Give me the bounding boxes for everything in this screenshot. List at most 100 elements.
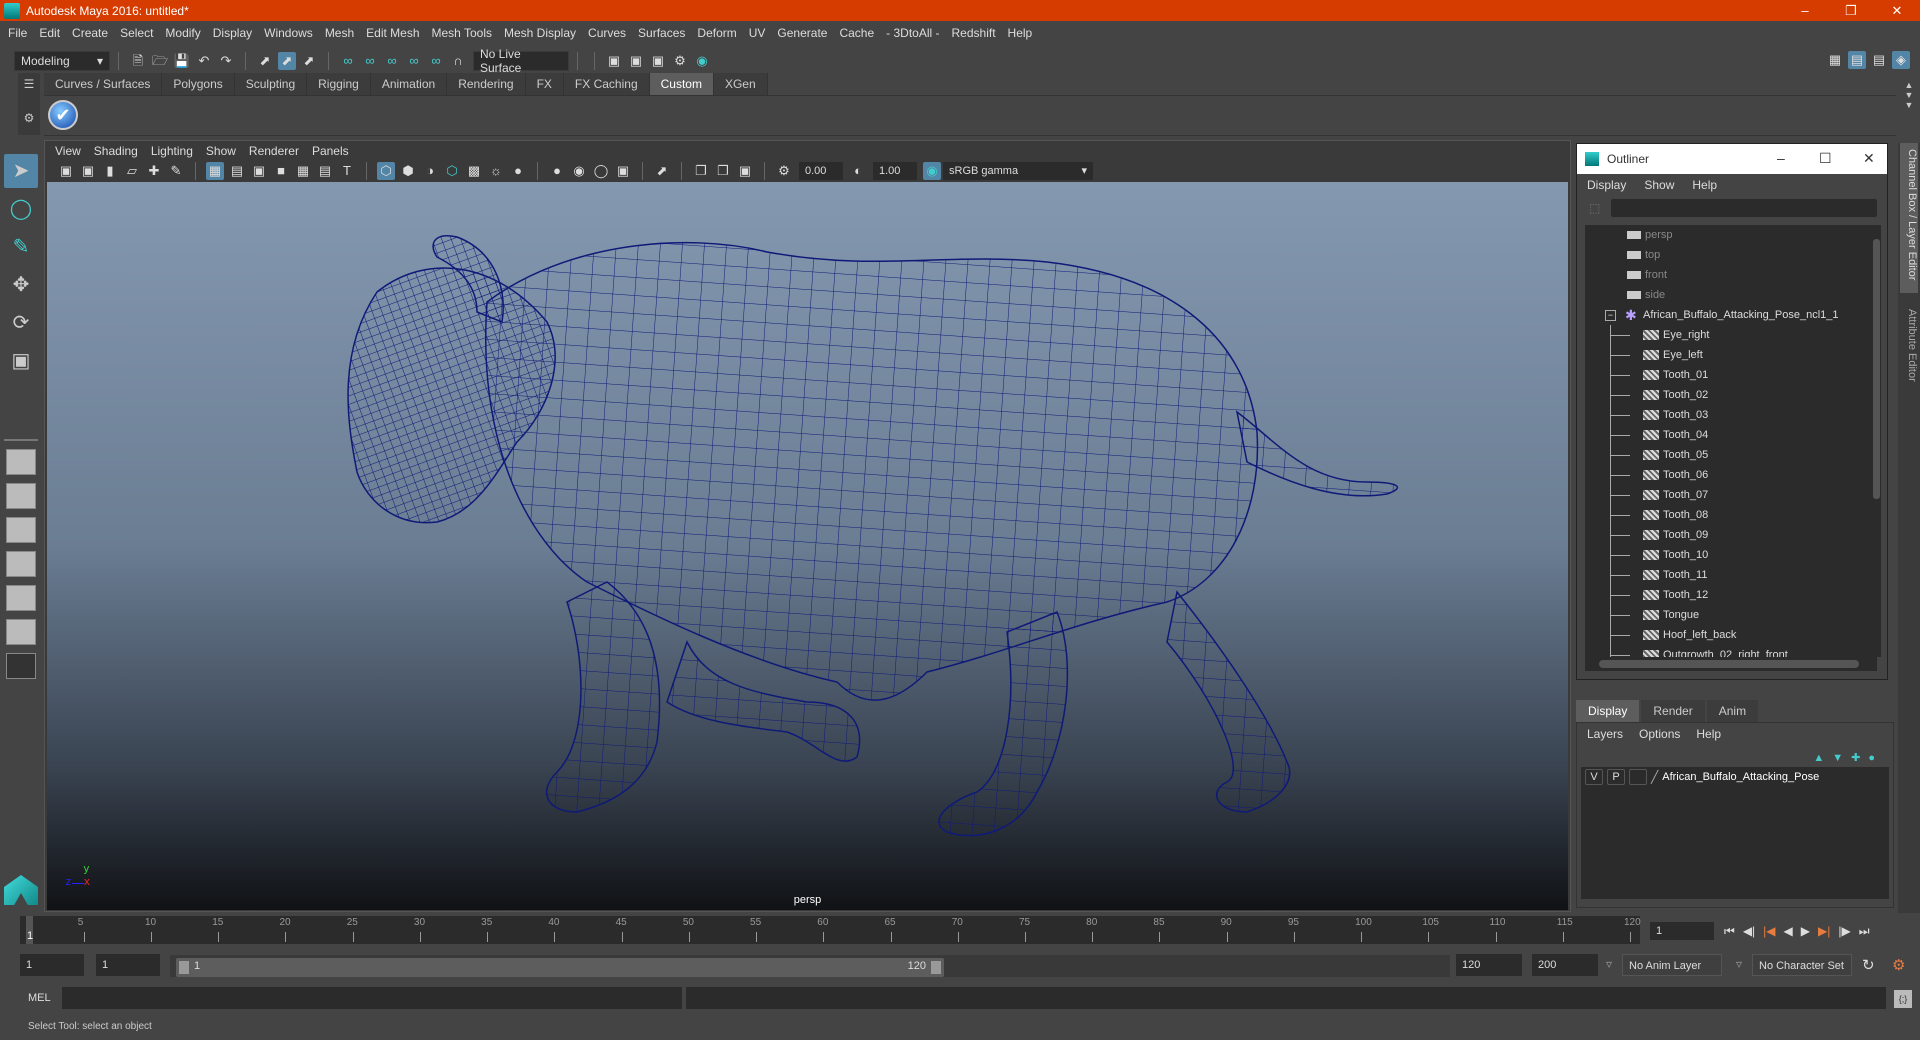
character-set-dropdown[interactable]: No Character Set	[1752, 954, 1852, 976]
outliner-mesh-item[interactable]: Tooth_03	[1585, 405, 1877, 425]
shadows-icon[interactable]: ●	[509, 162, 527, 180]
script-editor-icon[interactable]: {;}	[1894, 990, 1912, 1008]
range-end-handle[interactable]	[931, 961, 941, 974]
shelf-scroll[interactable]: ▲ ▼ ▼	[1902, 80, 1916, 134]
layer-tab-display[interactable]: Display	[1576, 700, 1640, 722]
hypershade-layout-icon[interactable]	[6, 585, 36, 611]
outliner-mesh-item[interactable]: Hoof_left_back	[1585, 625, 1877, 645]
menu-windows[interactable]: Windows	[264, 26, 313, 40]
motion-blur-icon[interactable]: ◉	[570, 162, 588, 180]
attribute-editor-tab[interactable]: Attribute Editor	[1900, 303, 1918, 403]
outliner-mesh-item[interactable]: Outgrowth_02_right_front	[1585, 645, 1877, 657]
outliner-camera-item[interactable]: front	[1585, 265, 1877, 285]
collapse-icon[interactable]: −	[1605, 310, 1616, 321]
shelf-tab-polygons[interactable]: Polygons	[162, 73, 235, 95]
film-gate-icon[interactable]: ▤	[228, 162, 246, 180]
menu-generate[interactable]: Generate	[777, 26, 827, 40]
redo-icon[interactable]: ↷	[217, 52, 235, 70]
menu-deform[interactable]: Deform	[697, 26, 736, 40]
single-perspective-layout-icon[interactable]	[6, 449, 36, 475]
select-component-icon[interactable]: ⬈	[300, 52, 318, 70]
isolate-select-icon[interactable]: ⬈	[653, 162, 671, 180]
menu-display[interactable]: Display	[213, 26, 252, 40]
select-object-icon[interactable]: ⬈	[278, 52, 296, 70]
open-scene-icon[interactable]: 🗁	[151, 52, 169, 70]
new-scene-icon[interactable]: 🗎	[129, 52, 147, 70]
auto-key-icon[interactable]: ↻	[1862, 956, 1875, 974]
menu-uv[interactable]: UV	[749, 26, 766, 40]
layer-row[interactable]: V P ╱ African_Buffalo_Attacking_Pose	[1581, 767, 1889, 787]
paint-select-tool-icon[interactable]: ✎	[4, 230, 38, 264]
layer-menu-layers[interactable]: Layers	[1587, 727, 1623, 741]
menu-edit-mesh[interactable]: Edit Mesh	[366, 26, 419, 40]
attribute-editor-toggle-icon[interactable]: ▤	[1848, 51, 1866, 69]
outliner-mesh-item[interactable]: Eye_right	[1585, 325, 1877, 345]
grease-pencil-icon[interactable]: ✎	[167, 162, 185, 180]
menu-redshift[interactable]: Redshift	[952, 26, 996, 40]
layer-tab-render[interactable]: Render	[1641, 700, 1705, 722]
snap-surface-icon[interactable]: ∞	[427, 52, 445, 70]
time-slider[interactable]: 1 5 10 15 20 25 30 35 40 45 50 55 60 65 70 75 80 85 90 95 1…	[20, 916, 1641, 944]
outliner-mesh-item[interactable]: Tooth_02	[1585, 385, 1877, 405]
range-start-handle[interactable]	[179, 961, 189, 974]
layer-menu-help[interactable]: Help	[1696, 727, 1721, 741]
restore-button[interactable]: ❐	[1828, 0, 1874, 21]
channel-box-toggle-icon[interactable]: ◈	[1892, 51, 1910, 69]
xray-joints-icon[interactable]: ▣	[736, 162, 754, 180]
character-set-chevron-icon[interactable]: ▿	[1736, 957, 1742, 971]
outliner-search-input[interactable]	[1611, 199, 1877, 217]
outliner-vertical-scrollbar[interactable]	[1871, 225, 1881, 657]
current-frame-field[interactable]: 1	[1650, 922, 1714, 940]
range-slider[interactable]: 1 120	[176, 958, 944, 977]
shelf-tab-sculpting[interactable]: Sculpting	[234, 73, 308, 95]
outliner-mesh-item[interactable]: Tooth_06	[1585, 465, 1877, 485]
snap-view-icon[interactable]: ∞	[405, 52, 423, 70]
new-layer-selected-icon[interactable]: ●	[1868, 752, 1883, 764]
custom-tool-check-icon[interactable]: ✔	[48, 100, 78, 130]
color-management-icon[interactable]: ◉	[923, 162, 941, 180]
shelf-tab-xgen[interactable]: XGen	[713, 73, 768, 95]
outliner-camera-item[interactable]: top	[1585, 245, 1877, 265]
wireframe-icon[interactable]: ⬡	[377, 162, 395, 180]
outliner-mesh-item[interactable]: Tooth_04	[1585, 425, 1877, 445]
outliner-horizontal-scrollbar[interactable]	[1585, 657, 1877, 671]
menu-mesh[interactable]: Mesh	[325, 26, 354, 40]
outliner-mesh-item[interactable]: Tooth_05	[1585, 445, 1877, 465]
command-language-label[interactable]: MEL	[28, 992, 51, 1004]
lasso-tool-icon[interactable]: ◯	[4, 192, 38, 226]
outliner-camera-item[interactable]: side	[1585, 285, 1877, 305]
outliner-mesh-item[interactable]: Tooth_01	[1585, 365, 1877, 385]
lights-icon[interactable]: ☼	[487, 162, 505, 180]
new-layer-icon[interactable]: ✚	[1851, 752, 1868, 764]
tool-settings-toggle-icon[interactable]: ▤	[1870, 51, 1888, 69]
outliner-camera-item[interactable]: persp	[1585, 225, 1877, 245]
animation-start-field[interactable]: 1	[20, 954, 84, 976]
two-d-pan-icon[interactable]: ✚	[145, 162, 163, 180]
outliner-group-item[interactable]: − ✱ African_Buffalo_Attacking_Pose_ncl1_1	[1585, 305, 1877, 325]
outliner-mesh-item[interactable]: Tongue	[1585, 605, 1877, 625]
exposure-field[interactable]: 0.00	[799, 162, 843, 180]
layer-visibility-toggle[interactable]: V	[1585, 769, 1603, 785]
gamma-icon[interactable]: ◐	[849, 162, 867, 180]
playback-start-field[interactable]: 1	[96, 954, 160, 976]
menu-help[interactable]: Help	[1008, 26, 1033, 40]
menu-mesh-tools[interactable]: Mesh Tools	[432, 26, 492, 40]
filter-icon[interactable]: ⬚	[1589, 201, 1600, 215]
xray-active-icon[interactable]: ❐	[714, 162, 732, 180]
mode-dropdown[interactable]: Modeling ▾	[14, 51, 110, 71]
modeling-toolkit-icon[interactable]: ▦	[1826, 51, 1844, 69]
menu-cache[interactable]: Cache	[839, 26, 874, 40]
save-scene-icon[interactable]: 💾	[173, 52, 191, 70]
anim-layer-dropdown[interactable]: No Anim Layer	[1622, 954, 1722, 976]
default-material-icon[interactable]: ◑	[421, 162, 439, 180]
textured-icon[interactable]: ▩	[465, 162, 483, 180]
step-forward-key-icon[interactable]: ▶|	[1818, 924, 1830, 938]
scale-tool-icon[interactable]: ▣	[4, 344, 38, 378]
viewport-scene[interactable]: y zx persp	[47, 182, 1568, 910]
animation-preferences-icon[interactable]: ⚙	[1892, 956, 1905, 974]
shelf-tab-rendering[interactable]: Rendering	[447, 73, 526, 95]
exposure-icon[interactable]: ⚙	[775, 162, 793, 180]
menu-modify[interactable]: Modify	[165, 26, 200, 40]
move-layer-up-icon[interactable]: ▲	[1813, 752, 1832, 764]
outliner-menu-display[interactable]: Display	[1587, 178, 1626, 192]
